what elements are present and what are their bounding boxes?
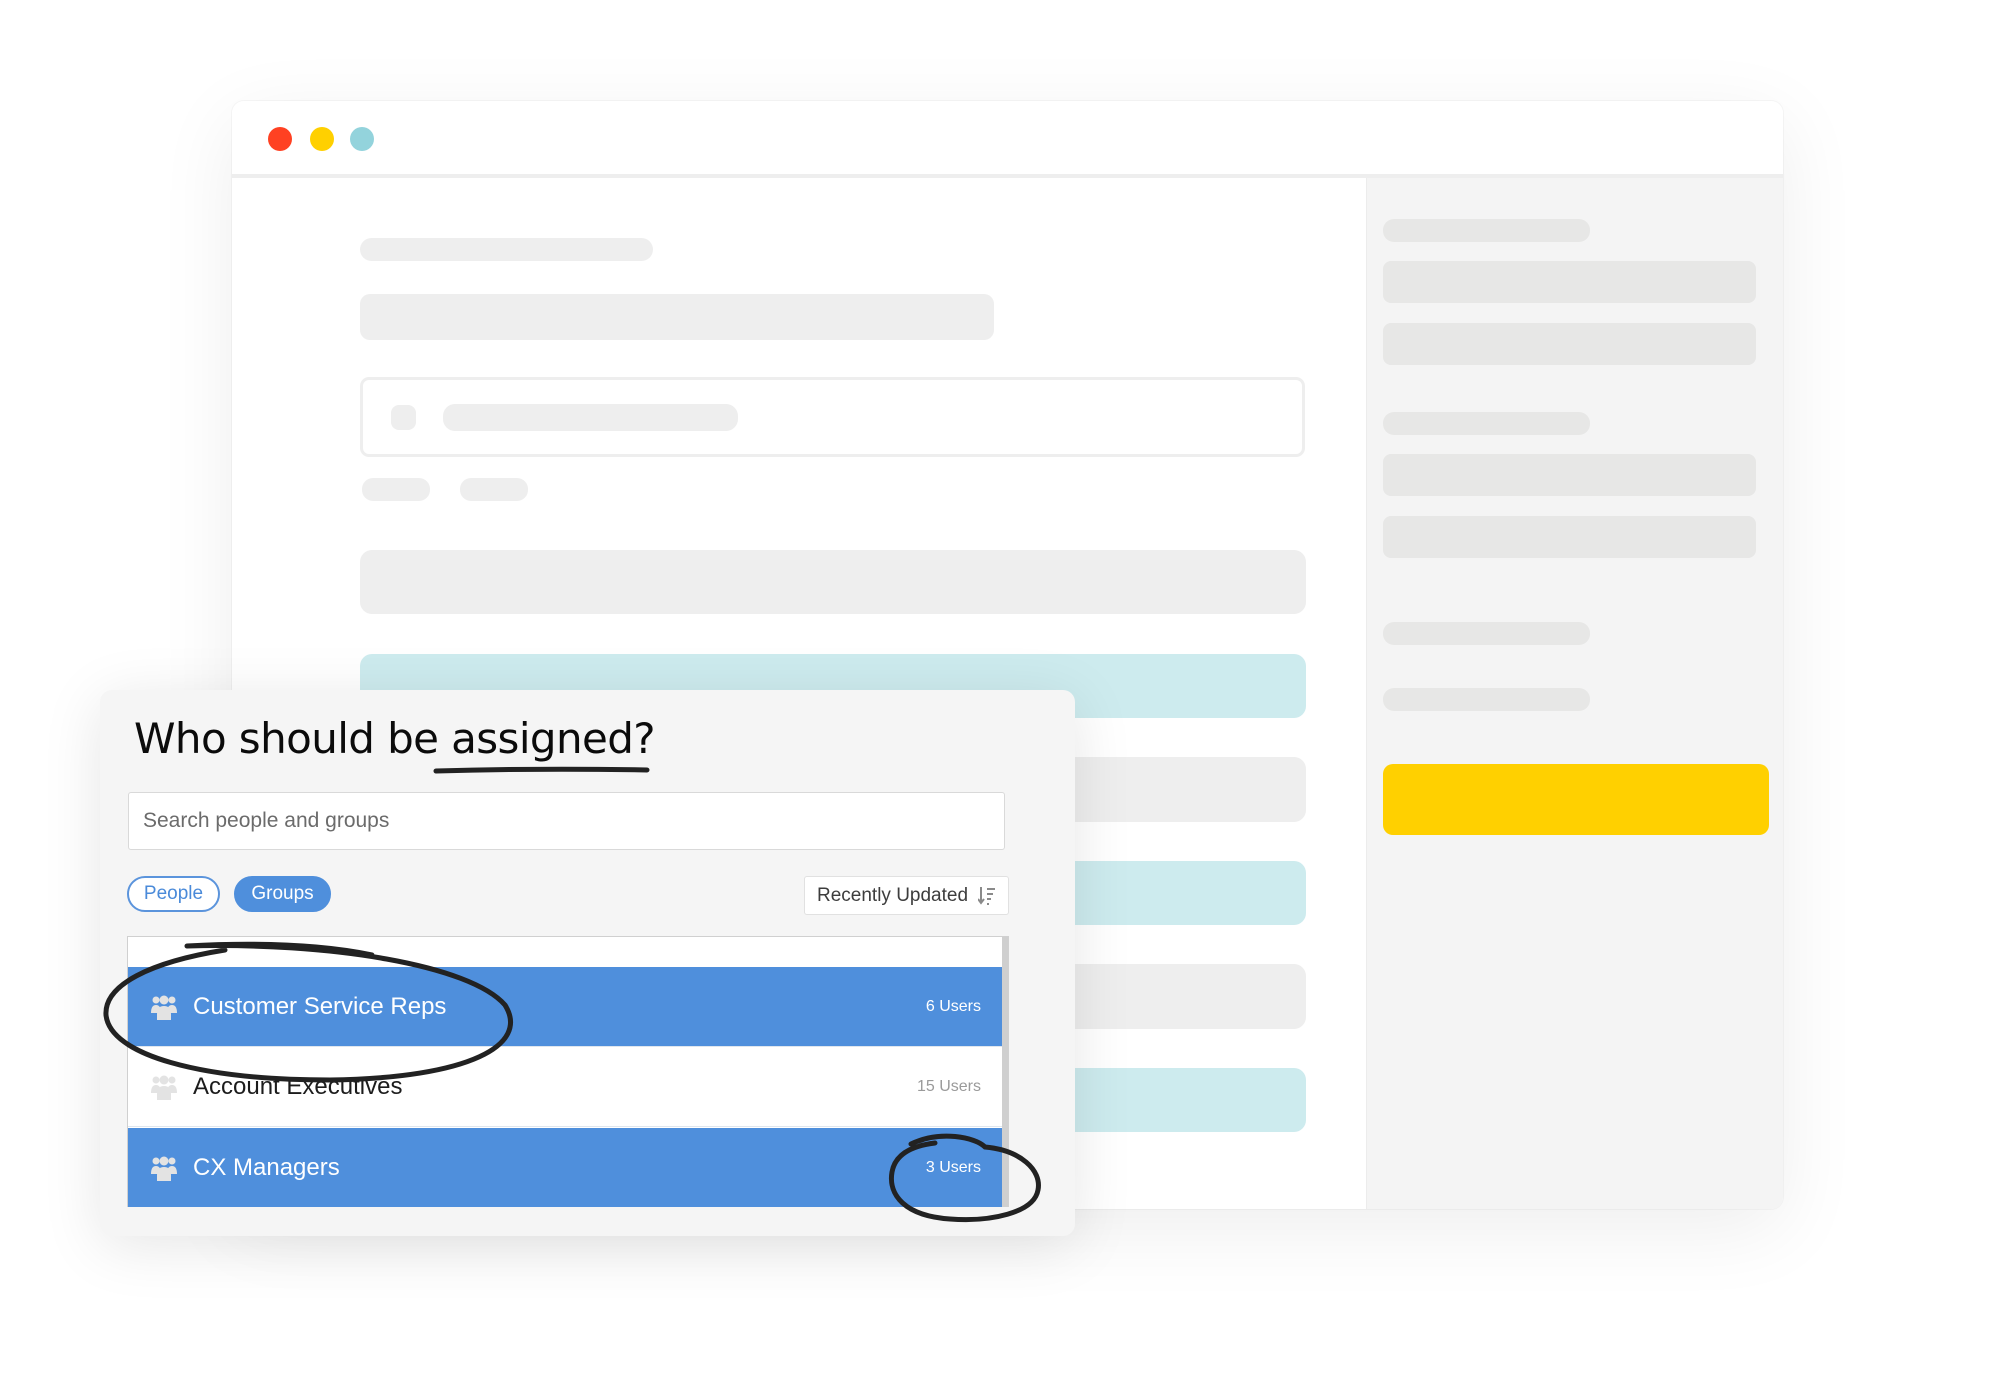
sort-descending-icon [978,887,995,905]
skeleton-sidebar-field [1383,454,1756,496]
skeleton-sidebar-label [1383,412,1590,435]
assign-heading: Who should be assigned? [134,714,656,763]
skeleton-tag [362,478,430,501]
window-titlebar [232,101,1783,178]
skeleton-input-field [360,377,1305,457]
skeleton-sidebar-field [1383,516,1756,558]
skeleton-sidebar-label [1383,688,1590,711]
group-user-count: 15 Users [916,1078,981,1095]
skeleton-sidebar-label [1383,219,1590,242]
skeleton-heading-block [360,294,994,340]
filter-groups-tab[interactable]: Groups [234,876,331,912]
sort-dropdown[interactable]: Recently Updated [804,876,1009,915]
group-row-customer-service-reps[interactable]: Customer Service Reps 6 Users [128,967,1004,1047]
zoom-window-button[interactable] [350,127,374,151]
list-scrollbar[interactable] [1002,937,1008,1207]
group-user-count: 3 Users [925,1159,981,1176]
primary-action-button[interactable] [1383,764,1769,835]
minimize-window-button[interactable] [310,127,334,151]
search-people-groups-input[interactable] [128,792,1005,850]
filter-people-tab[interactable]: People [127,876,220,912]
group-name: Account Executives [193,1073,403,1100]
sidebar-panel [1366,178,1783,1209]
skeleton-sidebar-field [1383,261,1756,303]
group-user-count: 6 Users [925,998,981,1015]
group-icon [151,995,177,1020]
groups-list: Customer Service Reps 6 Users Account Ex… [127,936,1009,1207]
group-name: Customer Service Reps [193,993,447,1020]
skeleton-input-text [443,404,738,431]
skeleton-sidebar-field [1383,323,1756,365]
group-name: CX Managers [193,1154,340,1181]
skeleton-title-line [360,238,653,261]
group-icon [151,1075,177,1100]
group-row-cx-managers[interactable]: CX Managers 3 Users [128,1128,1004,1207]
close-window-button[interactable] [268,127,292,151]
skeleton-input-icon [391,405,416,430]
group-icon [151,1156,177,1181]
skeleton-row [360,550,1306,614]
group-row-account-executives[interactable]: Account Executives 15 Users [128,1047,1004,1127]
skeleton-sidebar-label [1383,622,1590,645]
assign-card: Who should be assigned? People Groups Re… [100,690,1075,1236]
sort-label: Recently Updated [817,885,969,906]
skeleton-tag [460,478,528,501]
